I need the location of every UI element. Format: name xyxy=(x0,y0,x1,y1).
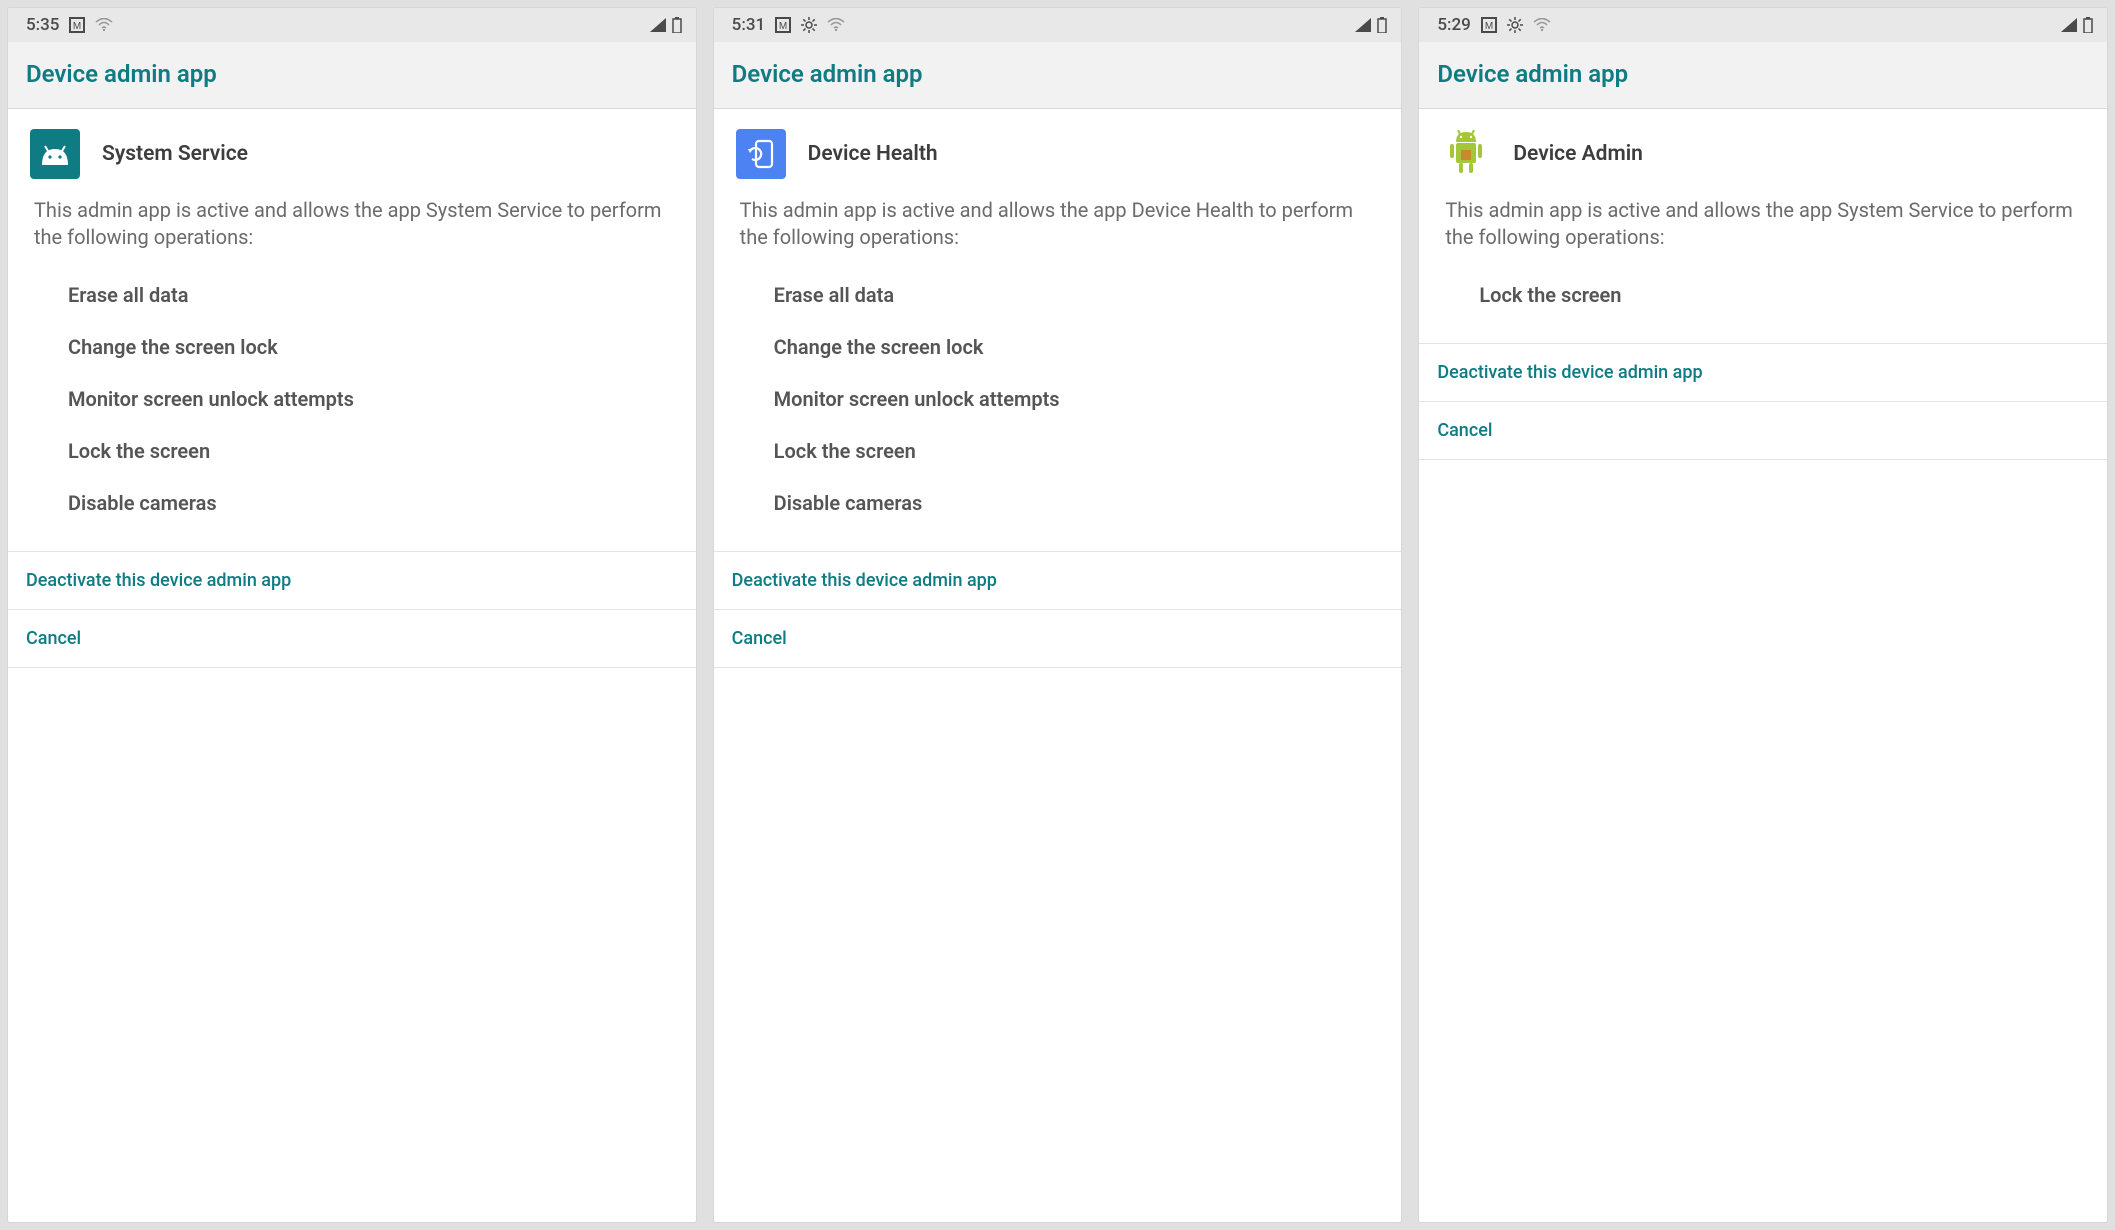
app-row: Device Admin xyxy=(1419,109,2107,191)
wifi-icon xyxy=(95,18,113,32)
permission-item: Disable cameras xyxy=(8,477,696,529)
page-header: Device admin app xyxy=(8,42,696,109)
status-time: 5:31 xyxy=(732,15,765,35)
app-name: Device Admin xyxy=(1513,142,1643,166)
battery-icon xyxy=(672,17,682,33)
android-robot-icon xyxy=(1441,129,1491,179)
status-left: 5:29 M xyxy=(1437,15,1550,35)
screen-1: 5:35 M Device admin app System Service T… xyxy=(8,8,696,1222)
permission-item: Lock the screen xyxy=(714,425,1402,477)
square-m-icon: M xyxy=(1481,17,1497,33)
status-bar: 5:29 M xyxy=(1419,8,2107,42)
status-right xyxy=(2061,17,2093,33)
signal-icon xyxy=(1355,18,1371,32)
permission-list: Lock the screen xyxy=(1419,265,2107,343)
status-time: 5:35 xyxy=(26,15,59,35)
permission-item: Change the screen lock xyxy=(8,321,696,373)
app-name: System Service xyxy=(102,142,248,166)
page-header: Device admin app xyxy=(1419,42,2107,109)
page-title: Device admin app xyxy=(1437,60,2089,88)
spacer xyxy=(714,668,1402,1222)
status-time: 5:29 xyxy=(1437,15,1470,35)
permission-item: Monitor screen unlock attempts xyxy=(714,373,1402,425)
status-bar: 5:35 M xyxy=(8,8,696,42)
deactivate-button[interactable]: Deactivate this device admin app xyxy=(714,551,1402,610)
spacer xyxy=(1419,460,2107,1222)
page-header: Device admin app xyxy=(714,42,1402,109)
deactivate-button[interactable]: Deactivate this device admin app xyxy=(8,551,696,610)
screen-2: 5:31 M Device admin app Device Health Th… xyxy=(714,8,1402,1222)
android-head-icon xyxy=(30,129,80,179)
square-m-icon: M xyxy=(69,17,85,33)
page-title: Device admin app xyxy=(26,60,678,88)
app-name: Device Health xyxy=(808,142,938,166)
signal-icon xyxy=(2061,18,2077,32)
svg-text:M: M xyxy=(1485,21,1493,32)
phone-refresh-icon xyxy=(736,129,786,179)
cancel-button[interactable]: Cancel xyxy=(8,610,696,668)
svg-text:M: M xyxy=(73,21,81,32)
status-right xyxy=(1355,17,1387,33)
cancel-button[interactable]: Cancel xyxy=(714,610,1402,668)
permission-item: Lock the screen xyxy=(8,425,696,477)
admin-description: This admin app is active and allows the … xyxy=(1419,191,2107,265)
admin-description: This admin app is active and allows the … xyxy=(714,191,1402,265)
gear-icon xyxy=(801,17,817,33)
status-left: 5:35 M xyxy=(26,15,113,35)
page-title: Device admin app xyxy=(732,60,1384,88)
cancel-button[interactable]: Cancel xyxy=(1419,402,2107,460)
app-row: Device Health xyxy=(714,109,1402,191)
status-bar: 5:31 M xyxy=(714,8,1402,42)
status-left: 5:31 M xyxy=(732,15,845,35)
permission-item: Change the screen lock xyxy=(714,321,1402,373)
deactivate-button[interactable]: Deactivate this device admin app xyxy=(1419,343,2107,402)
svg-text:M: M xyxy=(779,21,787,32)
permission-item: Disable cameras xyxy=(714,477,1402,529)
signal-icon xyxy=(650,18,666,32)
battery-icon xyxy=(1377,17,1387,33)
permission-item: Erase all data xyxy=(8,269,696,321)
permission-list: Erase all data Change the screen lock Mo… xyxy=(714,265,1402,551)
wifi-icon xyxy=(827,18,845,32)
permission-item: Monitor screen unlock attempts xyxy=(8,373,696,425)
status-right xyxy=(650,17,682,33)
permission-item: Erase all data xyxy=(714,269,1402,321)
app-row: System Service xyxy=(8,109,696,191)
screen-3: 5:29 M Device admin app xyxy=(1419,8,2107,1222)
spacer xyxy=(8,668,696,1222)
wifi-icon xyxy=(1533,18,1551,32)
gear-icon xyxy=(1507,17,1523,33)
permission-list: Erase all data Change the screen lock Mo… xyxy=(8,265,696,551)
admin-description: This admin app is active and allows the … xyxy=(8,191,696,265)
square-m-icon: M xyxy=(775,17,791,33)
permission-item: Lock the screen xyxy=(1419,269,2107,321)
battery-icon xyxy=(2083,17,2093,33)
